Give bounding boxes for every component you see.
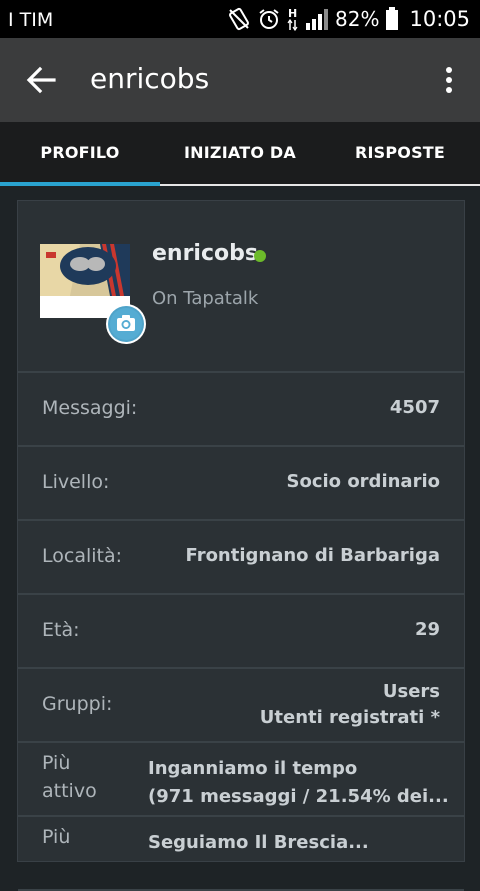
back-button[interactable] [26,66,58,94]
detail-row-groups: Gruppi: Users Utenti registrati * [18,669,464,743]
page-title: enricobs [90,62,210,95]
detail-row-messages: Messaggi: 4507 [18,373,464,447]
arrow-back-icon [26,66,56,94]
messages-value: 4507 [389,397,440,418]
battery-icon [386,7,399,30]
profile-username: enricobs [152,241,258,266]
status-icons: H 82% 10:05 [227,6,470,32]
most-active-forum-value: Inganniamo il tempo (971 messaggi / 21.5… [148,755,449,811]
carrier-label: I TIM [8,9,54,31]
location-label: Località: [42,545,123,567]
svg-text:H: H [288,7,297,20]
tab-iniziato-da[interactable]: INIZIATO DA [160,122,320,184]
detail-row-age: Età: 29 [18,595,464,669]
most-active-topic-value: Seguiamo Il Brescia... [148,829,369,857]
signal-icon [306,9,329,30]
app-bar: enricobs [0,38,480,122]
status-bar: I TIM H 82% 10:05 [0,0,480,38]
groups-label: Gruppi: [42,693,113,715]
detail-row-most-active-topic[interactable]: Più Seguiamo Il Brescia... [18,817,464,891]
messages-label: Messaggi: [42,397,138,419]
group-item: Users [382,681,440,702]
network-h-icon: H [287,7,298,32]
battery-percentage: 82% [335,7,380,31]
most-active-forum-label: Più attivo nel [42,752,97,809]
alarm-icon [259,9,279,29]
location-value: Frontignano di Barbariga [185,545,440,566]
level-value: Socio ordinario [286,471,440,492]
tab-bar: PROFILO INIZIATO DA RISPOSTE [0,122,480,186]
profile-subtitle: On Tapatalk [152,288,259,309]
age-value: 29 [414,619,440,640]
detail-row-most-active-forum[interactable]: Più attivo nel Inganniamo il tempo (971 … [18,743,464,817]
groups-values: Users Utenti registrati * [260,679,440,731]
group-item: Utenti registrati * [259,707,440,728]
profile-header: enricobs On Tapatalk [18,201,464,373]
vibrate-icon [229,7,249,31]
detail-row-level: Livello: Socio ordinario [18,447,464,521]
most-active-topic-label: Più [42,826,71,848]
overflow-menu-button[interactable] [444,66,454,96]
most-active-topic-name: Seguiamo Il Brescia... [148,832,369,853]
tab-risposte[interactable]: RISPOSTE [320,122,480,184]
more-vert-icon [446,67,452,93]
level-label: Livello: [42,471,110,493]
profile-card: enricobs On Tapatalk Messaggi: 4507 Live… [17,200,465,891]
tab-profilo[interactable]: PROFILO [0,122,160,186]
clock: 10:05 [409,7,470,31]
detail-row-location: Località: Frontignano di Barbariga [18,521,464,595]
change-avatar-button[interactable] [106,304,146,344]
most-active-forum-name: Inganniamo il tempo [148,758,358,779]
age-label: Età: [42,619,80,641]
camera-icon [108,306,144,342]
online-status-indicator [254,250,266,262]
most-active-forum-stats: (971 messaggi / 21.54% dei... [148,786,449,807]
